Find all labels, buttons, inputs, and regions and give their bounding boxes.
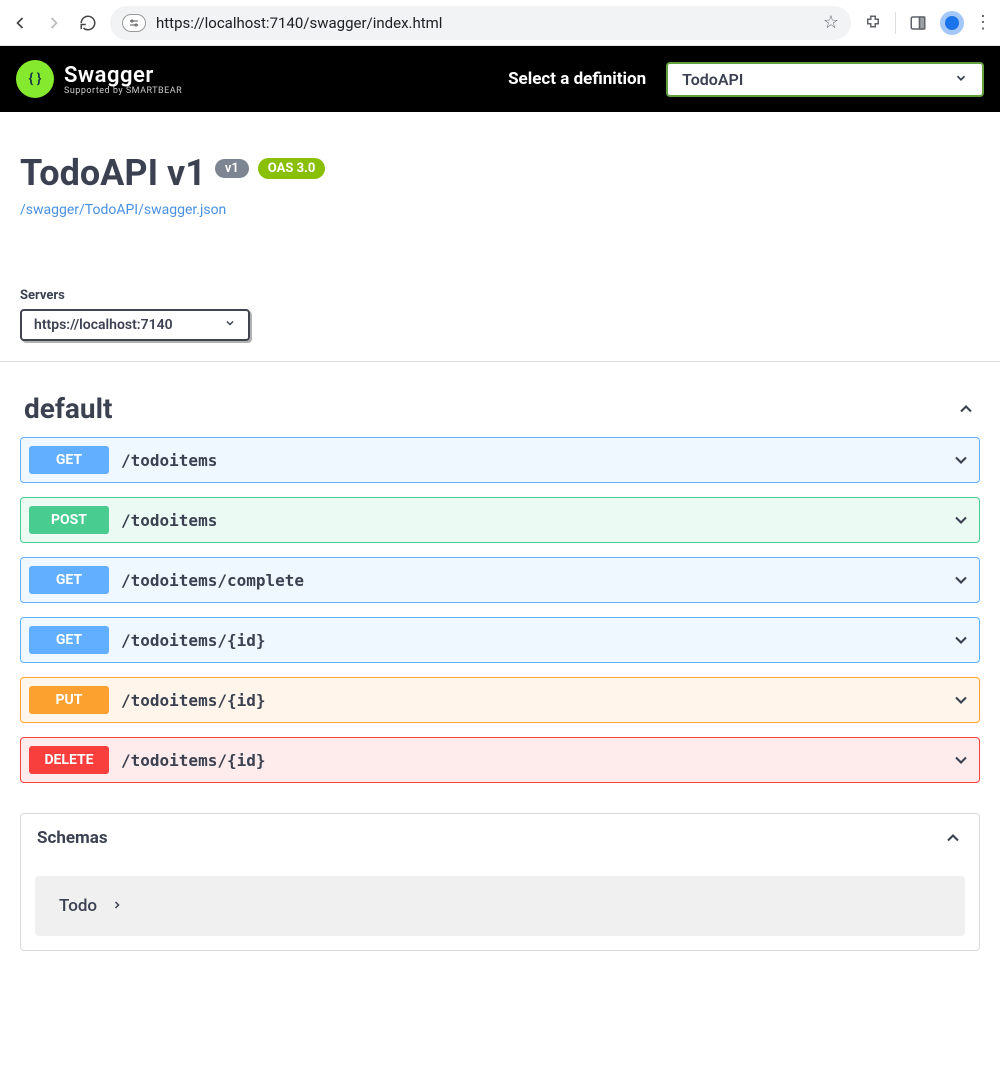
definition-select[interactable]: TodoAPI (666, 62, 984, 97)
server-selected-value: https://localhost:7140 (34, 317, 173, 333)
operation-get[interactable]: GET/todoitems/complete (20, 557, 980, 603)
swagger-logo: { } Swagger Supported by SMARTBEAR (16, 60, 182, 98)
api-version-badge: v1 (215, 159, 249, 178)
method-badge: GET (29, 446, 109, 474)
extensions-icon[interactable] (861, 11, 885, 35)
schemas-body: Todo (21, 862, 979, 950)
chevron-right-icon (111, 896, 123, 916)
divider (895, 12, 896, 34)
operation-path: /todoitems/{id} (121, 691, 951, 710)
operation-path: /todoitems/{id} (121, 751, 951, 770)
chevron-down-icon (951, 570, 971, 590)
operation-get[interactable]: GET/todoitems/{id} (20, 617, 980, 663)
chevron-down-icon (954, 70, 968, 89)
servers-section: Servers https://localhost:7140 (0, 268, 1000, 362)
api-info: TodoAPI v1 v1 OAS 3.0 /swagger/TodoAPI/s… (0, 112, 1000, 248)
bookmark-star-icon[interactable]: ☆ (823, 12, 839, 33)
operation-delete[interactable]: DELETE/todoitems/{id} (20, 737, 980, 783)
api-title: TodoAPI v1 (20, 152, 215, 194)
operation-path: /todoitems/{id} (121, 631, 951, 650)
chevron-up-icon (943, 828, 963, 848)
address-bar[interactable]: https://localhost:7140/swagger/index.htm… (110, 6, 851, 40)
schema-name: Todo (59, 896, 97, 916)
reload-button[interactable] (76, 11, 100, 35)
schemas-section: Schemas Todo (20, 813, 980, 951)
chevron-up-icon (956, 399, 976, 419)
url-text: https://localhost:7140/swagger/index.htm… (156, 14, 813, 32)
chevron-down-icon (951, 750, 971, 770)
schemas-header[interactable]: Schemas (21, 814, 979, 862)
operations-container: default GET/todoitemsPOST/todoitemsGET/t… (0, 362, 1000, 971)
browser-toolbar: https://localhost:7140/swagger/index.htm… (0, 0, 1000, 46)
operation-put[interactable]: PUT/todoitems/{id} (20, 677, 980, 723)
operation-get[interactable]: GET/todoitems (20, 437, 980, 483)
method-badge: DELETE (29, 746, 109, 774)
profile-avatar-icon[interactable] (940, 11, 964, 35)
chevron-down-icon (951, 690, 971, 710)
schemas-title: Schemas (37, 828, 108, 848)
method-badge: PUT (29, 686, 109, 714)
swagger-logo-subtitle: Supported by SMARTBEAR (64, 86, 182, 96)
tag-header[interactable]: default (20, 382, 980, 437)
operation-post[interactable]: POST/todoitems (20, 497, 980, 543)
method-badge: POST (29, 506, 109, 534)
oas-version-badge: OAS 3.0 (258, 158, 326, 179)
schema-item[interactable]: Todo (35, 876, 965, 936)
api-title-row: TodoAPI v1 v1 OAS 3.0 (20, 152, 980, 194)
menu-kebab-icon[interactable]: ⋮ (974, 12, 992, 33)
back-button[interactable] (8, 11, 32, 35)
servers-select[interactable]: https://localhost:7140 (20, 309, 250, 341)
swagger-logo-icon: { } (16, 60, 54, 98)
definition-selected-value: TodoAPI (682, 70, 743, 89)
spec-url-link[interactable]: /swagger/TodoAPI/swagger.json (20, 202, 980, 218)
chevron-down-icon (951, 450, 971, 470)
servers-label: Servers (20, 288, 980, 303)
definition-select-label: Select a definition (508, 69, 646, 89)
forward-button[interactable] (42, 11, 66, 35)
chevron-down-icon (224, 317, 236, 333)
chevron-down-icon (951, 510, 971, 530)
operation-path: /todoitems (121, 511, 951, 530)
operation-path: /todoitems (121, 451, 951, 470)
site-settings-icon[interactable] (122, 14, 146, 32)
operation-path: /todoitems/complete (121, 571, 951, 590)
swagger-topbar: { } Swagger Supported by SMARTBEAR Selec… (0, 46, 1000, 112)
chevron-down-icon (951, 630, 971, 650)
swagger-logo-text: Swagger (64, 63, 182, 88)
tag-name: default (24, 392, 112, 425)
operations-list: GET/todoitemsPOST/todoitemsGET/todoitems… (20, 437, 980, 783)
method-badge: GET (29, 626, 109, 654)
panel-icon[interactable] (906, 11, 930, 35)
method-badge: GET (29, 566, 109, 594)
